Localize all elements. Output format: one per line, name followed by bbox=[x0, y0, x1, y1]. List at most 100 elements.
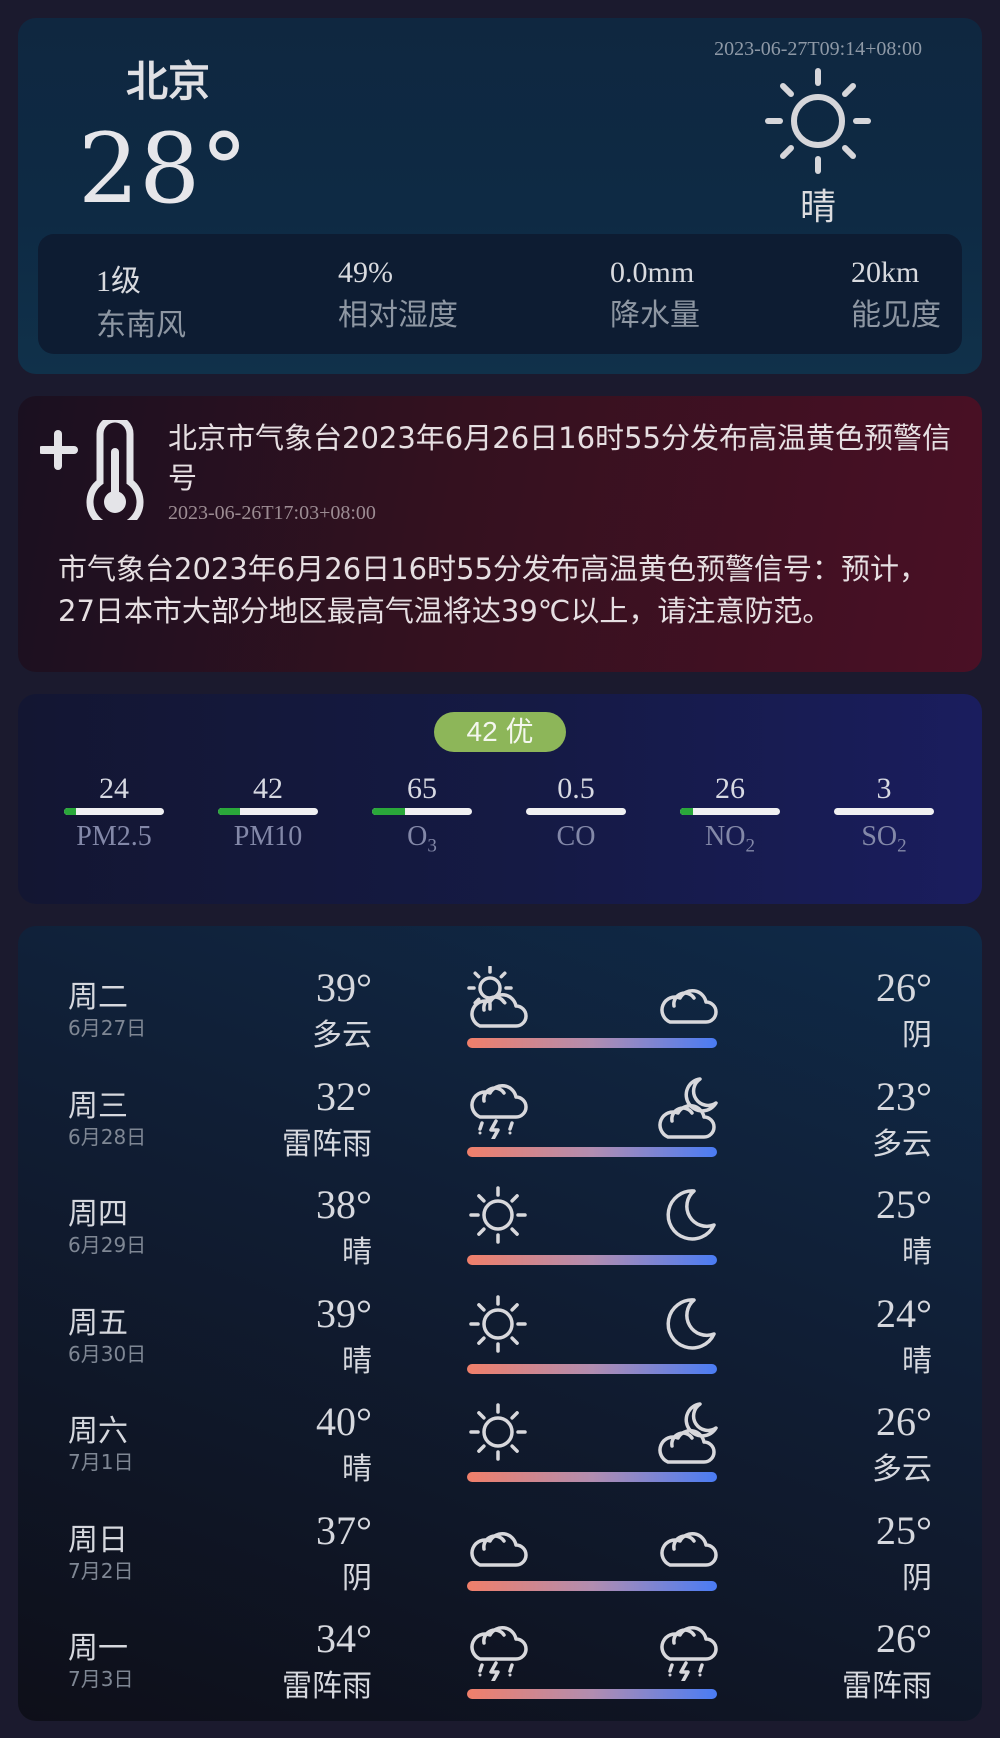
forecast-low: 26° bbox=[876, 1616, 932, 1661]
visibility-stat: 20km 能见度 bbox=[851, 256, 941, 334]
forecast-high: 39° bbox=[316, 1290, 372, 1336]
pollutant-item: 42 PM10 bbox=[218, 772, 318, 858]
forecast-day-condition: 晴 bbox=[342, 1452, 372, 1487]
forecast-day: 周二 bbox=[68, 980, 128, 1015]
air-quality-card: 42 优 24 PM2.5 42 PM10 65 O3 0.5 CO 26 NO2 3 SO2 bbox=[18, 694, 982, 904]
forecast-date: 7月3日 bbox=[68, 1667, 134, 1691]
weather-alert-card[interactable]: 北京市气象台2023年6月26日16时55分发布高温黄色预警信号 2023-06… bbox=[18, 396, 982, 672]
pollutant-level-bar bbox=[64, 808, 164, 815]
overcast-icon bbox=[660, 1531, 718, 1567]
forecast-low: 26° bbox=[876, 1399, 932, 1444]
humidity-value: 49% bbox=[338, 256, 393, 289]
forecast-row[interactable]: 周二 6月27日 39° 多云 26° 阴 bbox=[18, 944, 982, 1053]
wind-stat: 1级 东南风 bbox=[96, 256, 186, 344]
temperature-range-bar bbox=[467, 1472, 717, 1482]
forecast-row[interactable]: 周四 6月29日 38° 晴 25° 晴 bbox=[18, 1161, 982, 1270]
sun-icon bbox=[469, 1186, 527, 1244]
pollutant-value: 42 bbox=[253, 772, 283, 805]
current-condition: 晴 bbox=[799, 187, 836, 228]
moon-icon bbox=[666, 1189, 716, 1241]
pollutant-value: 65 bbox=[407, 772, 437, 805]
overcast-icon bbox=[470, 1531, 528, 1567]
forecast-row[interactable]: 周三 6月28日 32° 雷阵雨 23° 多云 bbox=[18, 1053, 982, 1162]
alert-body: 市气象台2023年6月26日16时55分发布高温黄色预警信号：预计，27日本市大… bbox=[58, 552, 928, 628]
pollutant-level-fill bbox=[218, 808, 240, 815]
forecast-day-condition: 晴 bbox=[342, 1235, 372, 1270]
forecast-high: 40° bbox=[316, 1399, 372, 1444]
pollutant-item: 24 PM2.5 bbox=[64, 772, 164, 858]
thunderstorm-icon bbox=[470, 1626, 528, 1681]
forecast-date: 6月30日 bbox=[68, 1341, 147, 1366]
forecast-high: 38° bbox=[316, 1182, 372, 1227]
forecast-night-condition: 雷阵雨 bbox=[842, 1669, 932, 1704]
forecast-low: 25° bbox=[876, 1182, 932, 1227]
pollutant-level-bar bbox=[218, 808, 318, 815]
pollutant-name-text: PM10 bbox=[233, 821, 303, 852]
pollutant-name-text: NO bbox=[705, 821, 746, 852]
pollutant-level-bar bbox=[526, 808, 626, 815]
forecast-card: 周二 6月27日 39° 多云 26° 阴周三 6月28日 32° 雷阵雨 23° 多云 周四 6月29… bbox=[18, 926, 982, 1721]
pollutant-subscript: 3 bbox=[427, 835, 437, 857]
forecast-night-condition: 多云 bbox=[872, 1452, 932, 1487]
forecast-row[interactable]: 周一 7月3日 34° 雷阵雨 26° 雷阵雨 bbox=[18, 1595, 982, 1704]
pollutant-name-text: PM2.5 bbox=[76, 821, 152, 852]
sun-icon bbox=[469, 1294, 527, 1353]
current-temperature: 28° bbox=[78, 113, 249, 225]
partly-cloudy-night-icon bbox=[658, 1402, 718, 1464]
forecast-night-condition: 多云 bbox=[872, 1126, 932, 1162]
partly-cloudy-night-icon bbox=[658, 1076, 718, 1139]
sun-icon bbox=[469, 1403, 527, 1461]
forecast-high: 32° bbox=[316, 1073, 372, 1119]
precipitation-value: 0.0mm bbox=[610, 256, 695, 289]
pollutant-name: PM10 bbox=[218, 821, 318, 858]
pollutant-level-bar bbox=[834, 808, 934, 815]
forecast-day-condition: 雷阵雨 bbox=[282, 1669, 372, 1704]
current-weather-card: 北京 28° 2023-06-27T09:14+08:00 晴 1级 东南风 4… bbox=[18, 18, 982, 374]
pollutant-value: 0.5 bbox=[557, 772, 595, 805]
pollutant-level-fill bbox=[680, 808, 693, 815]
forecast-low: 25° bbox=[876, 1507, 932, 1553]
thunderstorm-icon bbox=[660, 1626, 718, 1681]
alert-time: 2023-06-26T17:03+08:00 bbox=[168, 502, 376, 524]
overcast-icon bbox=[660, 989, 718, 1024]
forecast-night-condition: 阴 bbox=[902, 1560, 932, 1596]
alert-title: 北京市气象台2023年6月26日16时55分发布高温黄色预警信号 bbox=[168, 421, 951, 495]
pollutant-value: 24 bbox=[99, 772, 129, 805]
forecast-date: 6月27日 bbox=[68, 1016, 147, 1040]
moon-icon bbox=[666, 1297, 716, 1350]
forecast-high: 34° bbox=[316, 1616, 372, 1661]
pollutant-level-bar bbox=[372, 808, 472, 815]
city-name: 北京 bbox=[125, 57, 210, 106]
precipitation-label: 降水量 bbox=[610, 298, 700, 333]
pollutant-level-bar bbox=[680, 808, 780, 815]
thermometer-plus-icon bbox=[40, 420, 144, 520]
precipitation-stat: 0.0mm 降水量 bbox=[610, 256, 700, 334]
pollutant-item: 65 O3 bbox=[372, 772, 472, 858]
forecast-day: 周三 bbox=[68, 1088, 128, 1124]
pollutant-item: 26 NO2 bbox=[680, 772, 780, 858]
visibility-label: 能见度 bbox=[851, 298, 941, 333]
forecast-date: 6月28日 bbox=[68, 1124, 147, 1149]
forecast-day: 周六 bbox=[68, 1414, 128, 1449]
pollutant-subscript: 2 bbox=[745, 835, 755, 857]
forecast-row[interactable]: 周五 6月30日 39° 晴 24° 晴 bbox=[18, 1270, 982, 1379]
forecast-high: 37° bbox=[316, 1507, 372, 1553]
wind-level: 1级 bbox=[96, 265, 141, 298]
thunderstorm-icon bbox=[470, 1083, 528, 1139]
visibility-value: 20km bbox=[851, 256, 920, 289]
pollutant-value: 26 bbox=[715, 772, 745, 805]
forecast-low: 24° bbox=[876, 1290, 932, 1336]
forecast-day-condition: 雷阵雨 bbox=[282, 1126, 372, 1162]
forecast-day: 周四 bbox=[68, 1197, 128, 1232]
forecast-row[interactable]: 周日 7月2日 37° 阴 25° 阴 bbox=[18, 1487, 982, 1596]
aqi-badge: 42 优 bbox=[434, 712, 566, 752]
forecast-date: 7月2日 bbox=[68, 1558, 134, 1583]
forecast-day: 周五 bbox=[68, 1305, 128, 1341]
temperature-range-bar bbox=[467, 1038, 717, 1048]
forecast-row[interactable]: 周六 7月1日 40° 晴 26° 多云 bbox=[18, 1378, 982, 1487]
pollutant-name: SO2 bbox=[834, 821, 934, 858]
temperature-range-bar bbox=[467, 1146, 717, 1157]
forecast-date: 7月1日 bbox=[68, 1450, 134, 1474]
humidity-stat: 49% 相对湿度 bbox=[338, 256, 458, 334]
pollutant-name: NO2 bbox=[680, 821, 780, 858]
